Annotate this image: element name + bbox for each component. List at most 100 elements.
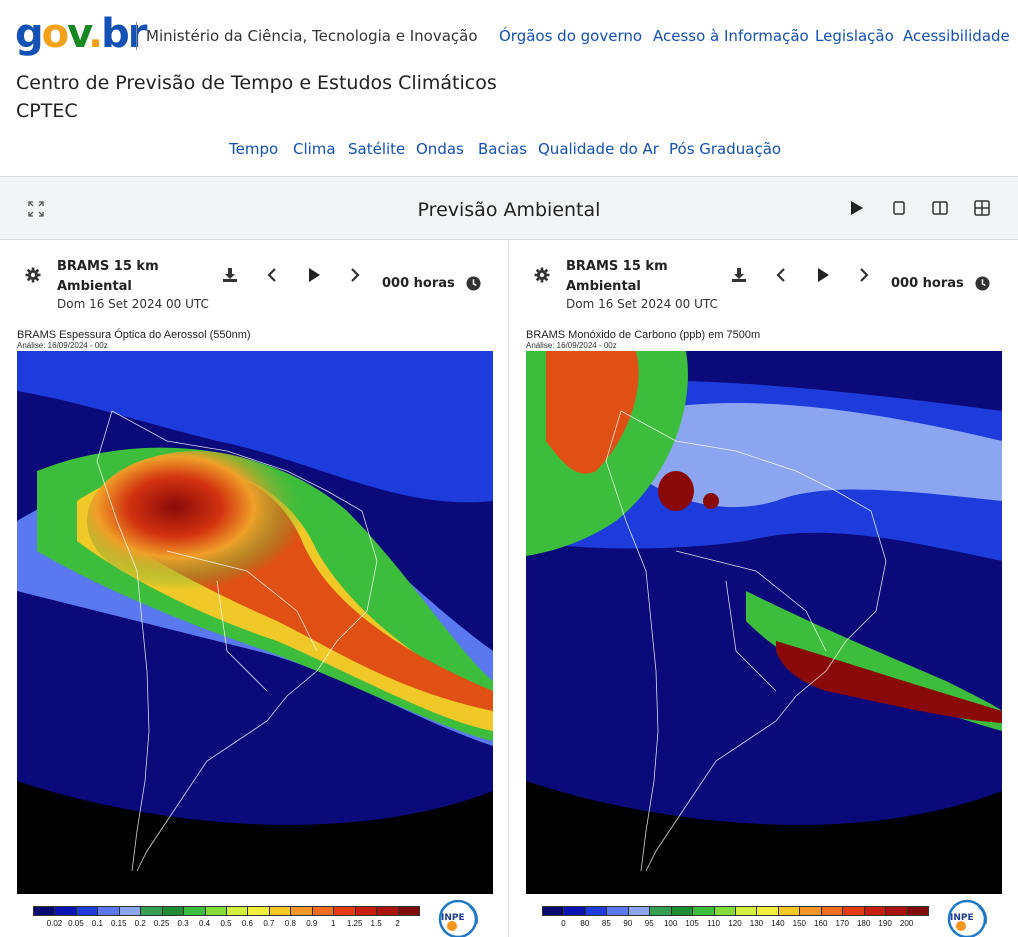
colorbar-segment	[906, 906, 929, 916]
two-column-layout-icon[interactable]	[931, 199, 949, 217]
colorbar-segment	[563, 906, 586, 916]
colorbar-label: 140	[771, 919, 785, 928]
nav-pos-graduacao[interactable]: Pós Graduação	[669, 140, 781, 158]
colorbar-label: 0.15	[110, 919, 127, 928]
colorbar-label: 90	[623, 919, 633, 928]
logo-part-v: v	[67, 11, 90, 57]
toolbar: Previsão Ambiental	[0, 176, 1018, 240]
panel-carbon-monoxide: BRAMS 15 km Ambiental Dom 16 Set 2024 00…	[509, 241, 1018, 937]
colorbar-segment	[692, 906, 715, 916]
colorbar-label: 0.7	[263, 919, 275, 928]
colorbar-label: 160	[814, 919, 828, 928]
colorbar-segment	[354, 906, 378, 916]
map-title: BRAMS Monóxido de Carbono (ppb) em 7500m	[526, 329, 761, 341]
colorbar-segment	[140, 906, 163, 916]
panel-aerosol: BRAMS 15 km Ambiental Dom 16 Set 2024 00…	[0, 241, 509, 937]
chevron-right-icon[interactable]	[857, 267, 871, 283]
grid-layout-icon[interactable]	[973, 199, 991, 217]
forecast-hours: 000 horas	[382, 276, 455, 291]
colorbar-label: 0.9	[306, 919, 318, 928]
model-name: BRAMS 15 km Ambiental	[566, 259, 668, 294]
link-orgaos-governo[interactable]: Órgãos do governo	[499, 27, 642, 45]
colorbar-segment	[97, 906, 120, 916]
colorbar-segment	[311, 906, 335, 916]
colorbar-segment	[290, 906, 313, 916]
colorbar-label: 0.8	[284, 919, 296, 928]
colorbar-label: 120	[728, 919, 742, 928]
nav-satelite[interactable]: Satélite	[348, 140, 405, 158]
model-date: Dom 16 Set 2024 00 UTC	[57, 297, 209, 311]
colorbar-label: 190	[878, 919, 892, 928]
nav-tempo[interactable]: Tempo	[229, 140, 278, 158]
colorbar-segment	[161, 906, 185, 916]
colorbar-segment	[799, 906, 822, 916]
gov-header: gov.br Ministério da Ciência, Tecnologia…	[0, 0, 1018, 70]
play-icon[interactable]	[848, 199, 866, 217]
colorbar-label: 100	[663, 919, 678, 928]
map-analysis-date: Análise: 16/09/2024 - 00z	[17, 341, 108, 350]
logo-part-br: br	[101, 11, 147, 57]
colorbar-segment	[820, 906, 844, 916]
colorbar-segment	[542, 906, 565, 916]
colorbar-segment	[397, 906, 420, 916]
colorbar-segment	[268, 906, 292, 916]
colorbar-segment	[756, 906, 779, 916]
colorbar-label: 95	[644, 919, 654, 928]
colorbar-label: 180	[856, 919, 871, 928]
nav-clima[interactable]: Clima	[293, 140, 336, 158]
chevron-right-icon[interactable]	[348, 267, 362, 283]
colorbar-segment	[204, 906, 227, 916]
colorbar-label: 0	[561, 919, 566, 928]
play-icon[interactable]	[306, 267, 322, 283]
colorbar-segment	[885, 906, 908, 916]
link-acessibilidade[interactable]: Acessibilidade	[903, 27, 1010, 45]
ministry-name: Ministério da Ciência, Tecnologia e Inov…	[146, 27, 478, 45]
nav-qualidade-do-ar[interactable]: Qualidade do Ar	[538, 140, 659, 158]
carbon-monoxide-map-image[interactable]	[526, 351, 1002, 894]
nav-bacias[interactable]: Bacias	[478, 140, 527, 158]
govbr-logo[interactable]: gov.br	[15, 11, 148, 57]
colorbar-label: 0.5	[220, 919, 232, 928]
colorbar-label: 1	[330, 919, 336, 928]
chevron-left-icon[interactable]	[774, 267, 788, 283]
colorbar-label: 0.25	[153, 919, 170, 928]
nav-ondas[interactable]: Ondas	[416, 140, 464, 158]
clock-icon[interactable]	[466, 276, 481, 291]
clock-icon[interactable]	[975, 276, 990, 291]
colorbar-label: 0.05	[68, 919, 84, 928]
colorbar-segment	[376, 906, 399, 916]
link-acesso-informacao[interactable]: Acesso à Informação	[653, 27, 809, 45]
download-icon[interactable]	[222, 267, 238, 283]
colorbar-segment	[649, 906, 672, 916]
inpe-logo: INPE	[947, 899, 987, 937]
single-layout-icon[interactable]	[890, 199, 908, 217]
colorbar-label: 0.2	[134, 919, 146, 928]
map-analysis-date: Análise: 16/09/2024 - 00z	[526, 341, 617, 350]
model-date: Dom 16 Set 2024 00 UTC	[566, 297, 718, 311]
colorbar-label: 1.25	[346, 919, 363, 928]
colorbar-segment	[226, 906, 249, 916]
colorbar-label: 0.02	[46, 919, 63, 928]
gear-icon[interactable]	[534, 267, 550, 283]
colorbar-segment	[75, 906, 99, 916]
colorbar-segment	[33, 906, 56, 916]
colorbar-label: 105	[685, 919, 699, 928]
colorbar-label: 130	[749, 919, 764, 928]
aerosol-map-image[interactable]	[17, 351, 493, 894]
colorbar-label: 80	[580, 919, 590, 928]
colorbar-segment	[627, 906, 651, 916]
model-name: BRAMS 15 km Ambiental	[57, 259, 159, 294]
link-legislacao[interactable]: Legislação	[815, 27, 894, 45]
inpe-logo-text: INPE	[950, 913, 974, 923]
play-icon[interactable]	[815, 267, 831, 283]
colorbar-segment	[247, 906, 270, 916]
gear-icon[interactable]	[25, 267, 41, 283]
download-icon[interactable]	[731, 267, 747, 283]
logo-part-o: o	[41, 11, 70, 57]
colorbar-segment	[735, 906, 758, 916]
site-subtitle: CPTEC	[16, 100, 78, 122]
colorbar-label: 0.1	[91, 919, 103, 928]
forecast-hours: 000 horas	[891, 276, 964, 291]
site-title: Centro de Previsão de Tempo e Estudos Cl…	[16, 72, 497, 94]
chevron-left-icon[interactable]	[265, 267, 279, 283]
